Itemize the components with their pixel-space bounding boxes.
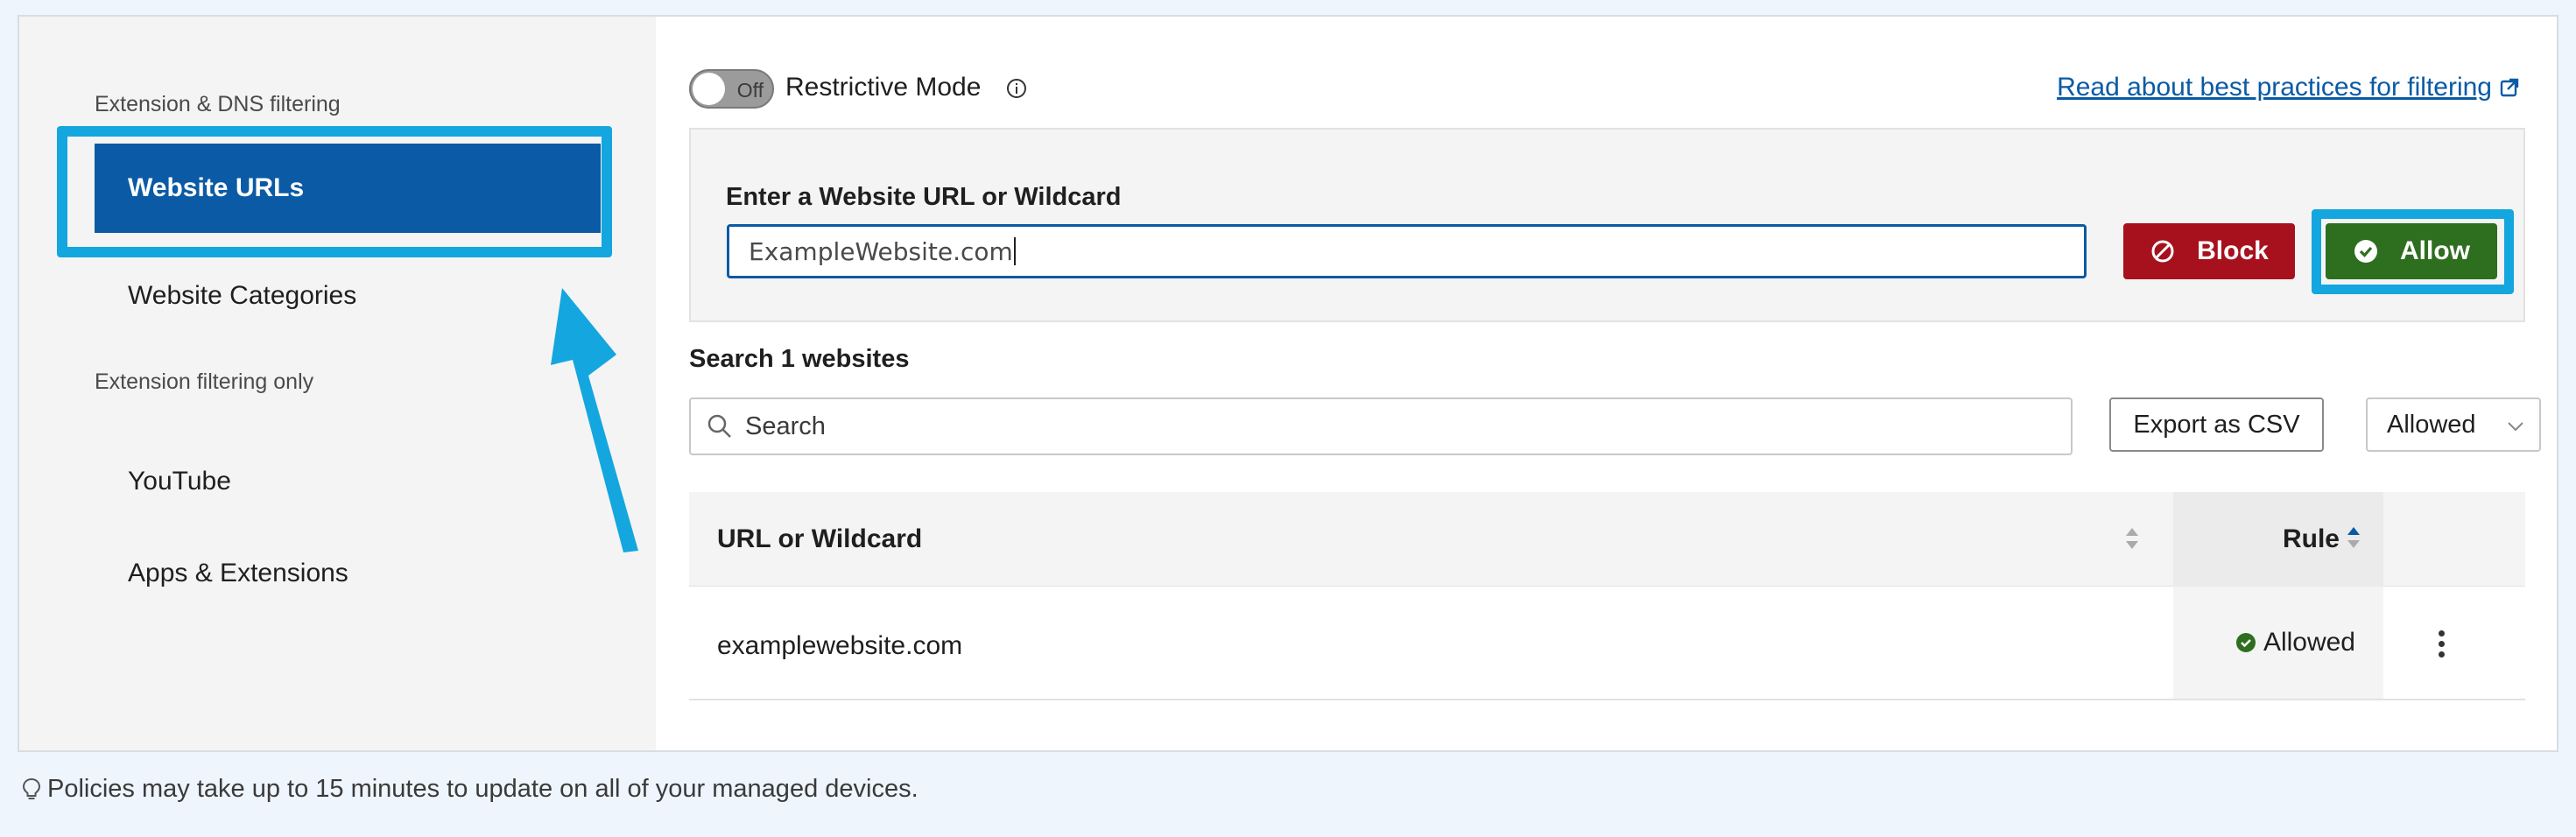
sort-icon[interactable] bbox=[2123, 525, 2141, 552]
column-header-rule-cell: Rule bbox=[2173, 492, 2383, 587]
allow-button[interactable]: Allow bbox=[2326, 223, 2497, 279]
footer-note: Policies may take up to 15 minutes to up… bbox=[21, 775, 918, 804]
sidebar-item-label: Website Categories bbox=[128, 281, 357, 310]
check-circle-icon bbox=[2354, 240, 2377, 263]
search-input[interactable]: Search bbox=[689, 397, 2073, 455]
block-button-label: Block bbox=[2197, 236, 2269, 265]
text-caret bbox=[1013, 237, 1016, 265]
rule-filter-value: Allowed bbox=[2387, 410, 2476, 439]
sort-ascending-icon[interactable] bbox=[2345, 524, 2362, 551]
url-input[interactable]: ExampleWebsite.com bbox=[727, 224, 2087, 278]
sidebar-item-label: Apps & Extensions bbox=[128, 559, 348, 587]
export-csv-label: Export as CSV bbox=[2133, 410, 2300, 439]
search-icon bbox=[707, 414, 731, 438]
annotation-highlight-website-urls bbox=[57, 126, 612, 257]
rule-filter-select[interactable]: Allowed bbox=[2366, 397, 2541, 452]
sidebar-item-youtube[interactable]: YouTube bbox=[95, 437, 601, 526]
best-practices-link[interactable]: Read about best practices for filtering bbox=[2057, 73, 2520, 102]
column-header-rule[interactable]: Rule bbox=[2283, 524, 2340, 554]
best-practices-text: Read about best practices for filtering bbox=[2057, 73, 2492, 102]
sidebar-section-dns: Extension & DNS filtering bbox=[95, 92, 341, 116]
table-row: examplewebsite.com Allowed bbox=[689, 587, 2525, 700]
block-icon bbox=[2151, 240, 2174, 263]
kebab-menu-icon[interactable] bbox=[2421, 623, 2461, 664]
check-circle-icon bbox=[2235, 633, 2256, 652]
footer-note-text: Policies may take up to 15 minutes to up… bbox=[47, 775, 918, 803]
row-url: examplewebsite.com bbox=[717, 631, 963, 660]
url-entry-box: Enter a Website URL or Wildcard ExampleW… bbox=[689, 128, 2525, 322]
main-content: Off Restrictive Mode Read about best pra… bbox=[656, 17, 2557, 750]
search-title: Search 1 websites bbox=[689, 345, 910, 373]
filtering-panel: Extension & DNS filtering Website URLs W… bbox=[18, 15, 2558, 752]
websites-table: URL or Wildcard Rule examplewebsite.com bbox=[689, 492, 2525, 700]
allow-button-label: Allow bbox=[2400, 236, 2470, 265]
block-button[interactable]: Block bbox=[2123, 223, 2295, 279]
row-rule-cell: Allowed bbox=[2173, 587, 2383, 699]
annotation-arrow bbox=[551, 288, 638, 552]
url-input-value: ExampleWebsite.com bbox=[749, 236, 1013, 266]
column-header-url[interactable]: URL or Wildcard bbox=[717, 524, 922, 554]
table-header: URL or Wildcard Rule bbox=[689, 492, 2525, 587]
restrictive-mode-toggle[interactable]: Off bbox=[689, 69, 774, 109]
restrictive-mode-label: Restrictive Mode bbox=[785, 73, 982, 102]
toggle-state-text: Off bbox=[736, 79, 764, 102]
sidebar-item-label: YouTube bbox=[128, 467, 231, 496]
sidebar-section-extension: Extension filtering only bbox=[95, 369, 314, 394]
sidebar-item-website-categories[interactable]: Website Categories bbox=[95, 251, 601, 341]
sidebar-item-apps-extensions[interactable]: Apps & Extensions bbox=[95, 529, 601, 618]
sidebar: Extension & DNS filtering Website URLs W… bbox=[19, 17, 656, 750]
lightbulb-icon bbox=[22, 777, 41, 799]
toggle-knob bbox=[693, 73, 725, 105]
external-link-icon bbox=[2500, 78, 2519, 97]
search-placeholder: Search bbox=[745, 411, 826, 440]
info-icon[interactable] bbox=[1006, 78, 1027, 99]
url-entry-label: Enter a Website URL or Wildcard bbox=[726, 183, 1122, 211]
row-rule: Allowed bbox=[2263, 628, 2355, 657]
export-csv-button[interactable]: Export as CSV bbox=[2109, 397, 2324, 452]
chevron-down-icon bbox=[2508, 422, 2523, 432]
